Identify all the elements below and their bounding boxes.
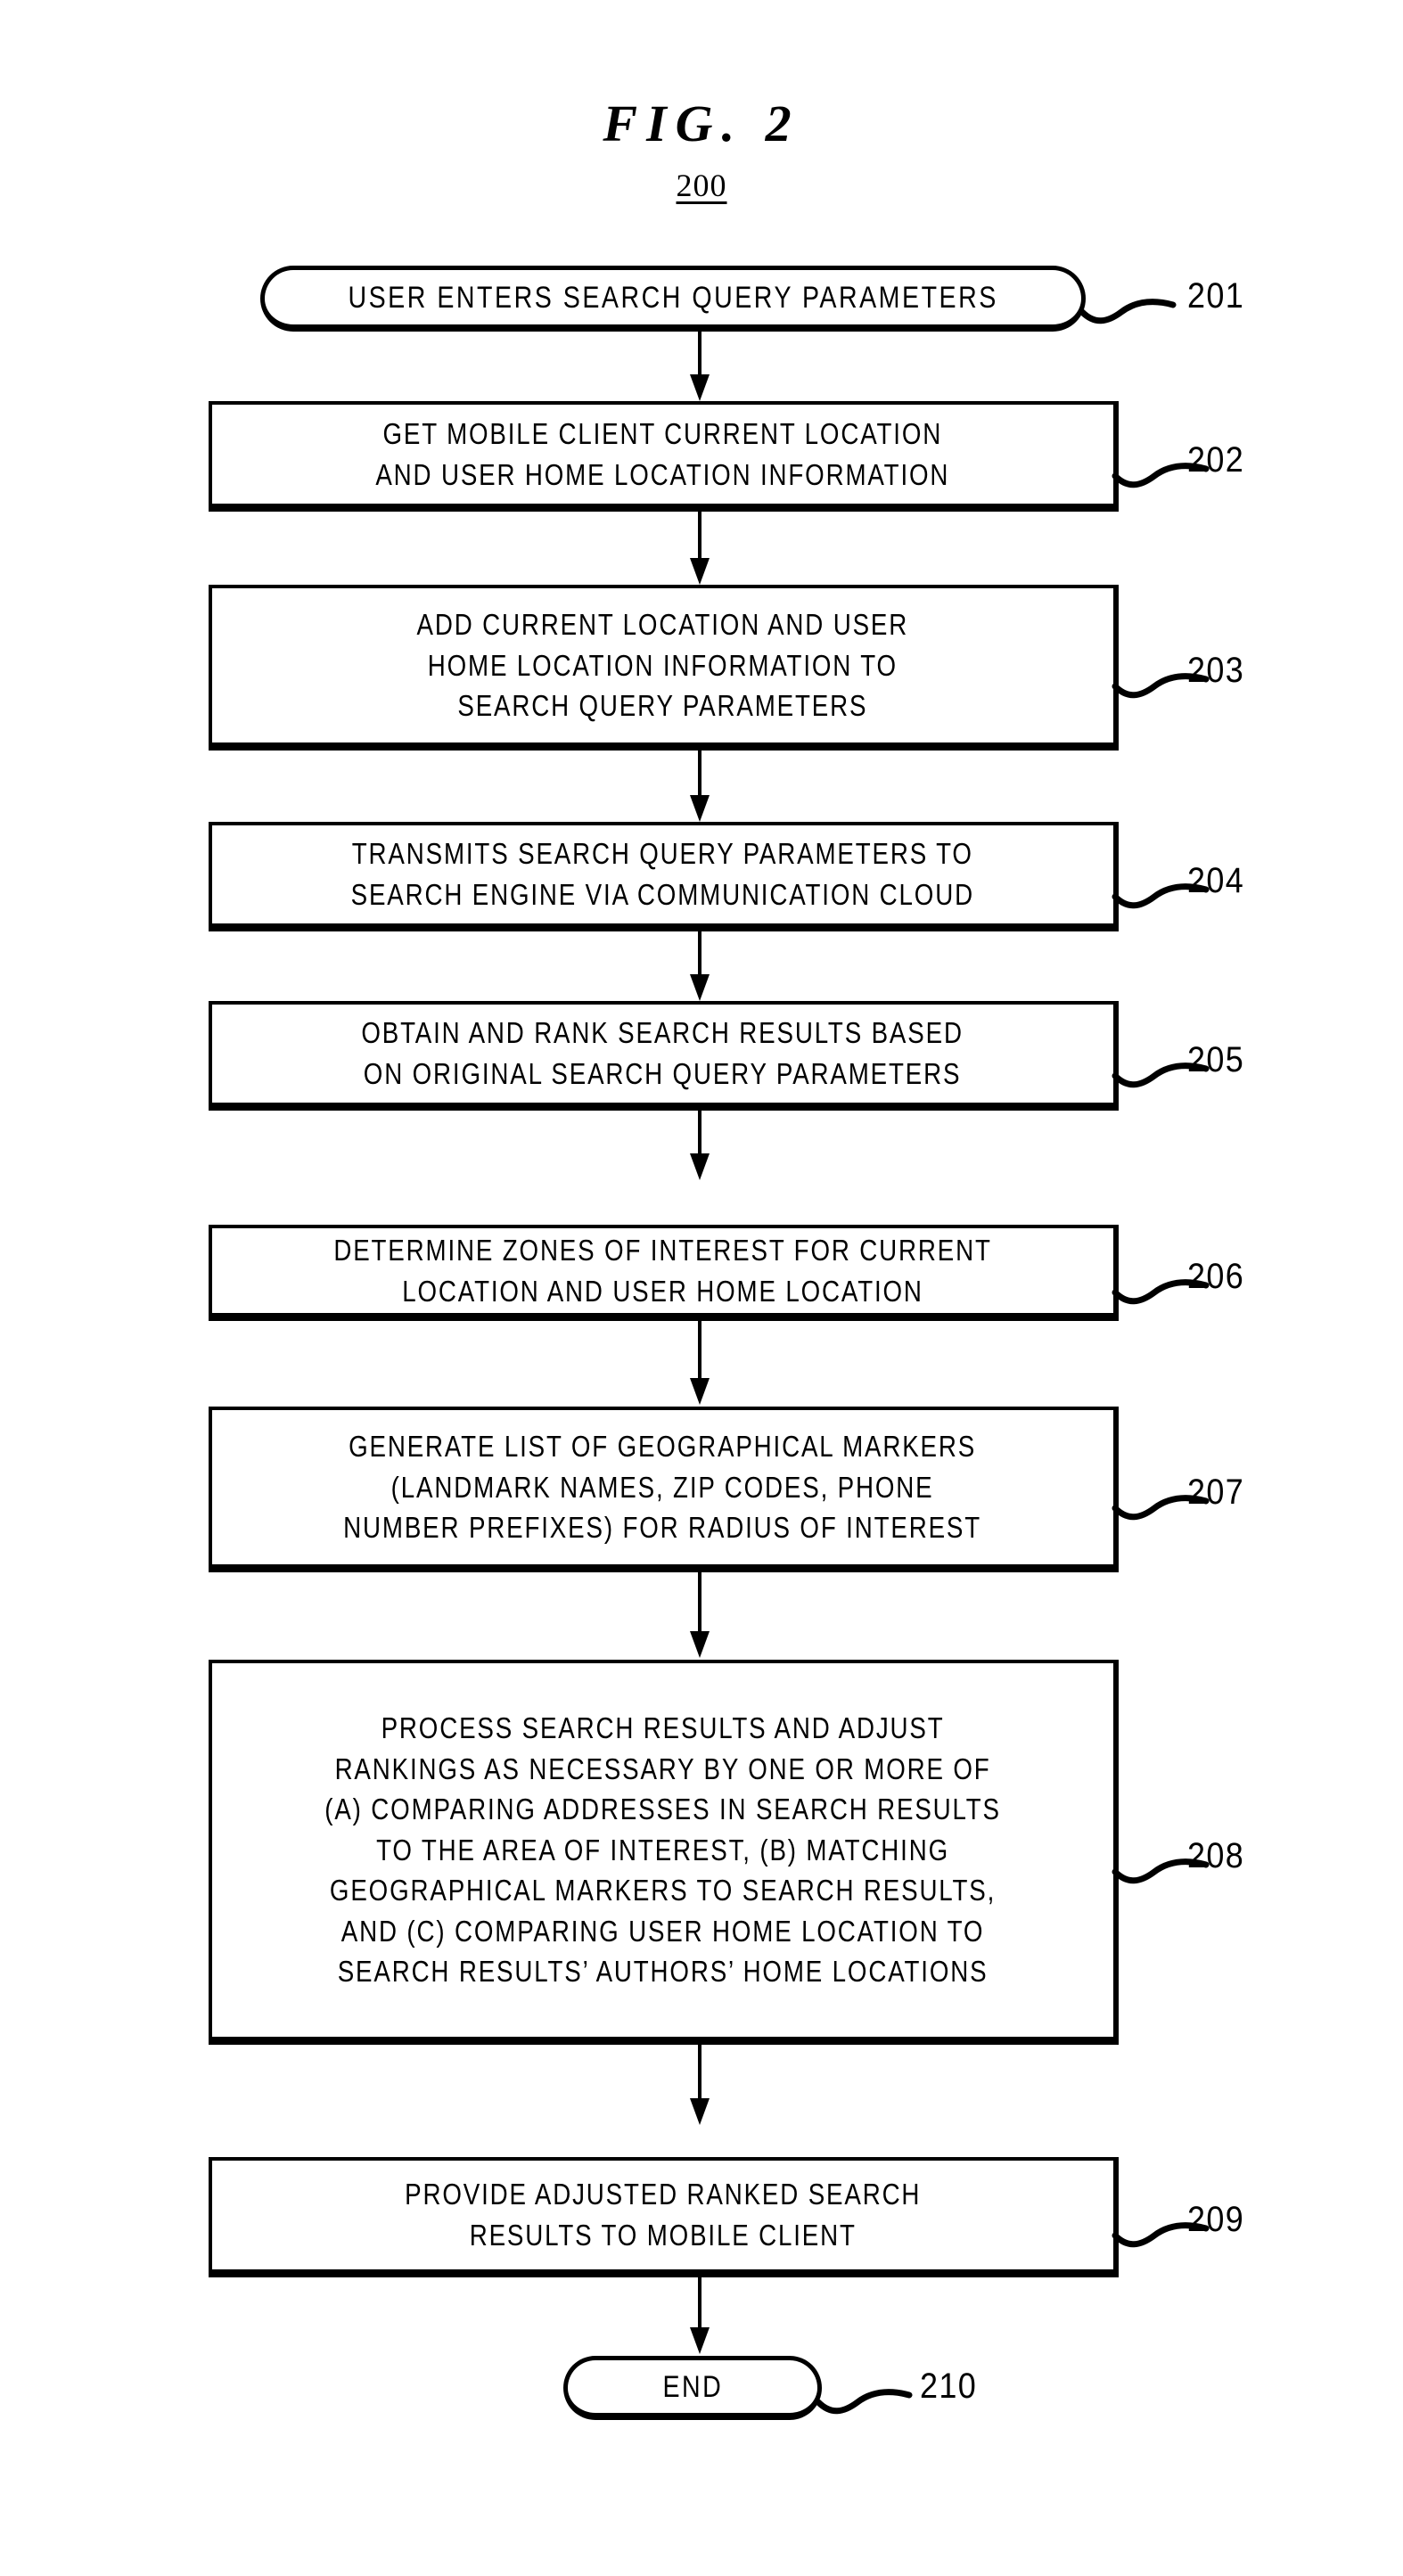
flow-node-206[interactable]: DETERMINE ZONES OF INTEREST FOR CURRENT … — [209, 1225, 1119, 1321]
flow-node-201[interactable]: USER ENTERS SEARCH QUERY PARAMETERS — [260, 266, 1086, 332]
ref-number-207: 207 — [1187, 1473, 1245, 1512]
ref-number-206: 206 — [1187, 1257, 1245, 1296]
ref-number-204: 204 — [1187, 861, 1245, 900]
flow-node-210-text: END — [662, 2369, 723, 2404]
flow-node-205-text: OBTAIN AND RANK SEARCH RESULTS BASED ON … — [361, 1016, 964, 1090]
leader-line-201 — [1079, 276, 1196, 326]
flow-node-204-text: TRANSMITS SEARCH QUERY PARAMETERS TO SEA… — [350, 837, 975, 911]
ref-number-202: 202 — [1187, 440, 1245, 480]
ref-number-201: 201 — [1187, 276, 1245, 316]
flow-node-207[interactable]: GENERATE LIST OF GEOGRAPHICAL MARKERS (L… — [209, 1407, 1119, 1572]
flow-node-208-text: PROCESS SEARCH RESULTS AND ADJUST RANKIN… — [324, 1711, 1001, 1989]
flow-node-206-text: DETERMINE ZONES OF INTEREST FOR CURRENT … — [333, 1233, 992, 1308]
flow-node-205[interactable]: OBTAIN AND RANK SEARCH RESULTS BASED ON … — [209, 1001, 1119, 1111]
ref-number-205: 205 — [1187, 1040, 1245, 1079]
flow-node-203-text: ADD CURRENT LOCATION AND USER HOME LOCAT… — [416, 608, 909, 723]
ref-number-203: 203 — [1187, 651, 1245, 690]
flow-node-203[interactable]: ADD CURRENT LOCATION AND USER HOME LOCAT… — [209, 585, 1119, 751]
flow-node-204[interactable]: TRANSMITS SEARCH QUERY PARAMETERS TO SEA… — [209, 822, 1119, 931]
flow-node-202-text: GET MOBILE CLIENT CURRENT LOCATION AND U… — [375, 416, 950, 491]
flow-node-201-text: USER ENTERS SEARCH QUERY PARAMETERS — [348, 280, 998, 315]
leader-line-210 — [815, 2367, 932, 2416]
ref-number-208: 208 — [1187, 1836, 1245, 1875]
ref-number-209: 209 — [1187, 2200, 1245, 2239]
flow-node-209[interactable]: PROVIDE ADJUSTED RANKED SEARCH RESULTS T… — [209, 2157, 1119, 2277]
flow-node-208[interactable]: PROCESS SEARCH RESULTS AND ADJUST RANKIN… — [209, 1660, 1119, 2045]
flow-node-210[interactable]: END — [563, 2356, 822, 2420]
flow-node-209-text: PROVIDE ADJUSTED RANKED SEARCH RESULTS T… — [404, 2178, 922, 2252]
flow-node-207-text: GENERATE LIST OF GEOGRAPHICAL MARKERS (L… — [343, 1430, 982, 1545]
flowchart: USER ENTERS SEARCH QUERY PARAMETERS 201 … — [0, 0, 1403, 2576]
ref-number-210: 210 — [920, 2367, 978, 2406]
flow-node-202[interactable]: GET MOBILE CLIENT CURRENT LOCATION AND U… — [209, 401, 1119, 512]
